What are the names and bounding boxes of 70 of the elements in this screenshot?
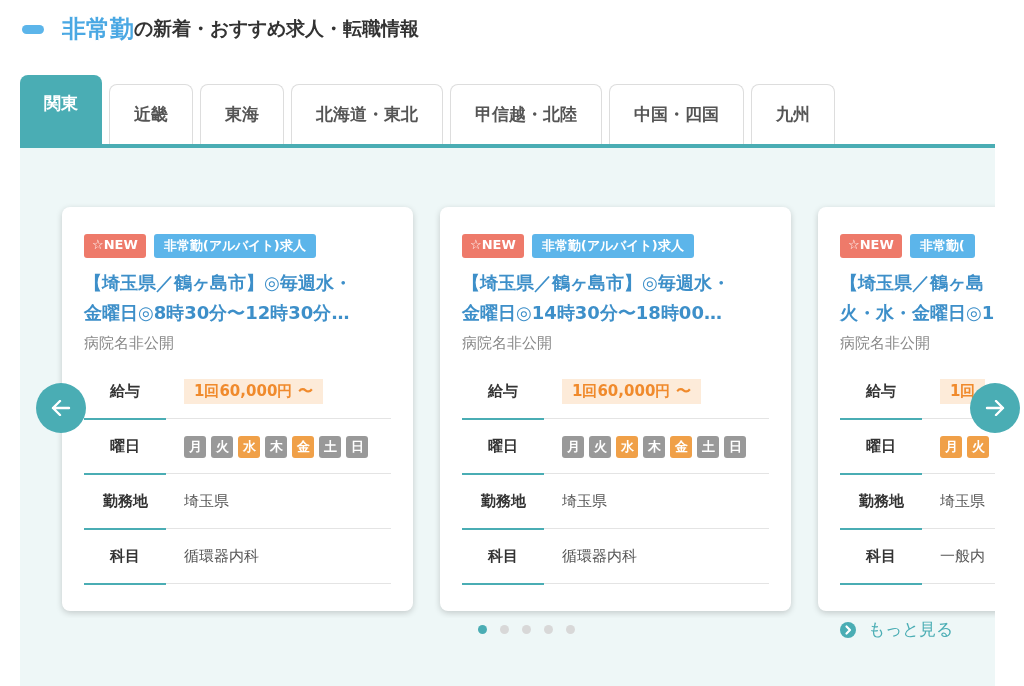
weekday-chip: 土: [697, 435, 719, 458]
weekday-chip: 木: [643, 435, 665, 458]
weekday-chip: 火: [211, 435, 233, 458]
row-label: 勤務地: [84, 475, 166, 530]
weekday-chip: 月: [940, 435, 962, 458]
heading-accent: [22, 24, 44, 34]
new-tag: ☆NEW: [84, 234, 146, 258]
job-title-line[interactable]: 金曜日◎8時30分〜12時30分…: [84, 298, 391, 328]
new-tag: ☆NEW: [840, 234, 902, 258]
heading-text: の新着・おすすめ求人・転職情報: [134, 17, 419, 39]
weekday-chip: 日: [346, 435, 368, 458]
weekday-chip: 火: [967, 435, 989, 458]
job-title-line[interactable]: 【埼玉県／鶴ヶ島市】◎毎週水・: [462, 268, 769, 298]
row-value: 循環器内科: [544, 530, 769, 584]
job-title-line[interactable]: 火・水・金曜日◎1: [840, 298, 995, 328]
job-card[interactable]: ☆NEW 非常勤(アルバイト)求人 【埼玉県／鶴ヶ島市】◎毎週水・ 金曜日◎14時30分〜18時00… 病院名非公開 給与 1回60,000円 〜 曜日 月 火 水 木 金 土 日 勤務地 埼玉県 科目 循環器内科: [440, 207, 791, 611]
weekday-chip: 月: [562, 435, 584, 458]
row-label: 勤務地: [840, 475, 922, 530]
row-label: 科目: [84, 530, 166, 585]
job-type-tag: 非常勤(: [909, 234, 975, 258]
row-label: 科目: [462, 530, 544, 585]
row-value: 循環器内科: [166, 530, 391, 584]
row-label: 勤務地: [462, 475, 544, 530]
pager-dot[interactable]: [478, 625, 487, 634]
row-label: 給与: [462, 365, 544, 420]
job-title-line[interactable]: 【埼玉県／鶴ヶ島: [840, 268, 995, 298]
row-label: 曜日: [84, 420, 166, 475]
row-value: 埼玉県: [544, 475, 769, 529]
weekday-chip: 火: [589, 435, 611, 458]
job-type-tag: 非常勤(アルバイト)求人: [531, 234, 694, 258]
new-tag: ☆NEW: [462, 234, 524, 258]
region-tab[interactable]: 甲信越・北陸: [450, 84, 602, 144]
region-tab[interactable]: 東海: [200, 84, 284, 144]
pager-dot[interactable]: [522, 625, 531, 634]
weekday-chip: 金: [670, 435, 692, 458]
weekday-chip: 金: [292, 435, 314, 458]
weekday-chip: 水: [238, 435, 260, 458]
hospital-name: 病院名非公開: [84, 334, 175, 353]
salary-value: 1回60,000円 〜: [562, 379, 701, 404]
weekday-chip: 水: [616, 435, 638, 458]
right-arrow-icon: [985, 400, 1005, 416]
row-value: 一般内: [922, 530, 995, 584]
pager-dot[interactable]: [544, 625, 553, 634]
region-tab[interactable]: 中国・四国: [609, 84, 744, 144]
weekday-chip: 日: [724, 435, 746, 458]
salary-value: 1回60,000円 〜: [184, 379, 323, 404]
region-tab[interactable]: 九州: [751, 84, 835, 144]
row-label: 給与: [840, 365, 922, 420]
heading-highlight: 非常勤: [62, 14, 134, 45]
job-type-tag: 非常勤(アルバイト)求人: [153, 234, 316, 258]
region-tab[interactable]: 近畿: [109, 84, 193, 144]
left-arrow-icon: [51, 400, 71, 416]
hospital-name: 病院名非公開: [462, 334, 553, 353]
job-card[interactable]: ☆NEW 非常勤( 【埼玉県／鶴ヶ島 火・水・金曜日◎1 病院名非公開 給与 1回 曜日 月 火 勤務地 埼玉県 科目 一般内: [818, 207, 995, 611]
weekday-chip: 土: [319, 435, 341, 458]
row-value: 埼玉県: [166, 475, 391, 529]
job-card[interactable]: ☆NEW 非常勤(アルバイト)求人 【埼玉県／鶴ヶ島市】◎毎週水・ 金曜日◎8時30分〜12時30分… 病院名非公開 給与 1回60,000円 〜 曜日 月 火 水 木 金 土 日 勤務地 埼玉県 科目 循環器内科: [62, 207, 413, 611]
hospital-name: 病院名非公開: [840, 334, 931, 353]
row-label: 科目: [840, 530, 922, 585]
row-value: 埼玉県: [922, 475, 995, 529]
row-label: 曜日: [462, 420, 544, 475]
row-label: 曜日: [840, 420, 922, 475]
weekday-chip: 木: [265, 435, 287, 458]
weekday-chip: 月: [184, 435, 206, 458]
chevron-circle-icon: [840, 621, 856, 638]
job-title-line[interactable]: 【埼玉県／鶴ヶ島市】◎毎週水・: [84, 268, 391, 298]
pager-dot[interactable]: [500, 625, 509, 634]
pager-dot[interactable]: [566, 625, 575, 634]
region-tab[interactable]: 北海道・東北: [291, 84, 443, 144]
job-title-line[interactable]: 金曜日◎14時30分〜18時00…: [462, 298, 769, 328]
